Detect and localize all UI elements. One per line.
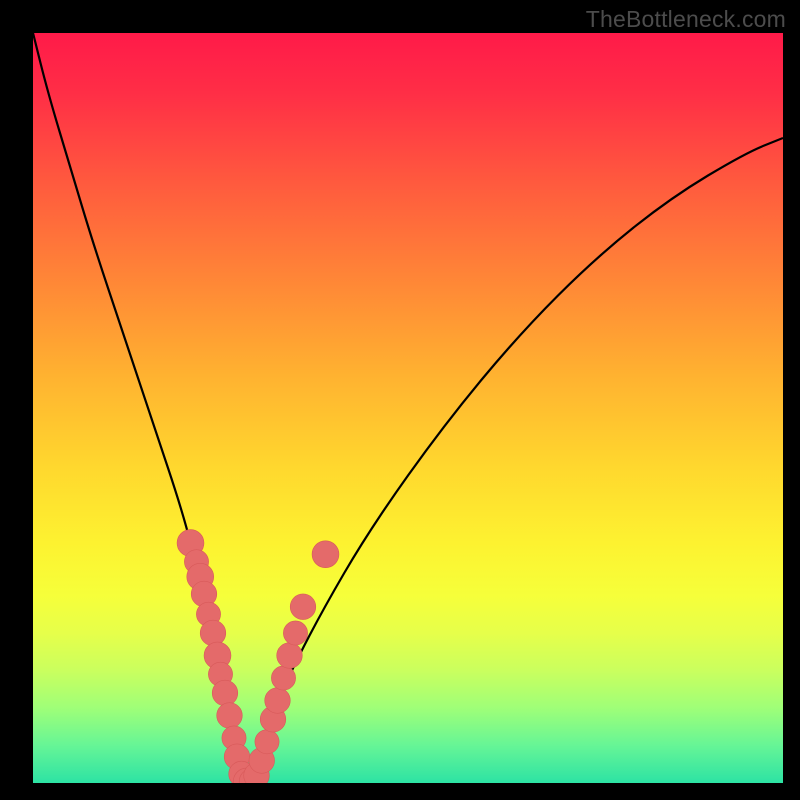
highlight-dot — [265, 688, 291, 714]
bottleneck-curve — [33, 33, 783, 776]
highlight-dot — [200, 620, 226, 646]
highlighted-points-group — [177, 530, 339, 783]
watermark-text: TheBottleneck.com — [586, 6, 786, 33]
chart-svg — [33, 33, 783, 783]
highlight-dot — [271, 666, 295, 690]
highlight-dot — [312, 541, 339, 568]
highlight-dot — [283, 621, 307, 645]
highlight-dot — [212, 680, 238, 706]
highlight-dot — [217, 703, 243, 729]
highlight-dot — [277, 643, 303, 669]
plot-area — [33, 33, 783, 783]
highlight-dot — [290, 594, 316, 620]
highlight-dot — [255, 730, 279, 754]
outer-frame: TheBottleneck.com — [0, 0, 800, 800]
